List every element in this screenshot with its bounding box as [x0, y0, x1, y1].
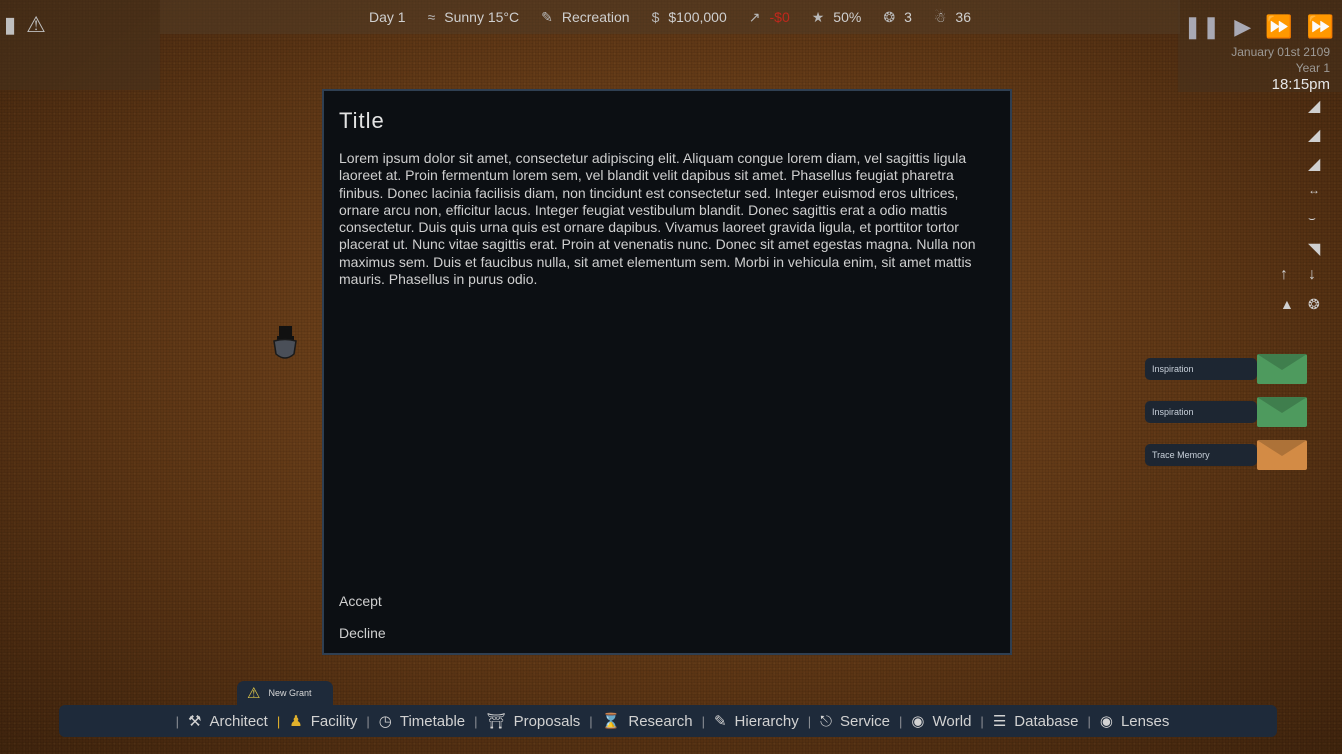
pencil-icon: ✎ [713, 713, 727, 730]
activity-label: Recreation [561, 9, 630, 25]
dialog-body: Lorem ipsum dolor sit amet, consectetur … [339, 150, 976, 288]
person-icon: ☃ [933, 8, 947, 25]
notification-inspiration-1[interactable]: Inspiration [1145, 354, 1307, 384]
pause-icon[interactable]: ❚❚ [1183, 14, 1220, 40]
year-label: Year 1 [1295, 61, 1330, 75]
arrow-up-icon[interactable]: ↑ [1280, 266, 1288, 284]
nav-architect[interactable]: ⚒ Architect [188, 712, 268, 731]
nav-service[interactable]: ⎋ Service [820, 713, 890, 730]
play-icon[interactable]: ▶ [1234, 14, 1251, 40]
guards-count: 3 [904, 9, 912, 25]
money-label: $100,000 [668, 9, 727, 25]
floor-up-icon[interactable]: ◢ [1308, 96, 1320, 116]
eraser-icon[interactable]: ◥ [1308, 239, 1320, 259]
people-icon: ♟ [289, 713, 303, 730]
floor-icon[interactable]: ◢ [1308, 125, 1320, 145]
top-left-icons: ▮ ⚠ [4, 12, 46, 38]
speed-controls: ❚❚ ▶ ⏩ ⏩ [1183, 14, 1334, 40]
new-grant-tab[interactable]: ⚠ New Grant [237, 681, 333, 705]
envelope-icon[interactable] [1257, 354, 1307, 384]
rotate-left-icon[interactable]: ▲ [1280, 296, 1294, 312]
grant-label: New Grant [268, 688, 312, 698]
accept-option[interactable]: Accept [339, 593, 382, 609]
notification-label: Trace Memory [1145, 444, 1257, 466]
wall-toggle-icon[interactable]: ↔ [1308, 183, 1320, 197]
hourglass-icon: ⌛ [601, 713, 621, 730]
envelope-icon[interactable] [1257, 440, 1307, 470]
schedule-icon: ✎ [541, 8, 553, 25]
nav-facility[interactable]: ♟ Facility [289, 712, 357, 731]
arrow-down-icon[interactable]: ↓ [1308, 266, 1316, 284]
rotate-right-icon[interactable]: ❂ [1308, 296, 1320, 313]
roof-toggle-icon[interactable]: ⌣ [1308, 211, 1316, 226]
satisfaction-label: 50% [833, 9, 862, 25]
phone-icon[interactable]: ▮ [4, 12, 16, 38]
clock-icon: ◷ [378, 713, 392, 730]
floor-down-icon[interactable]: ◢ [1308, 154, 1320, 174]
nav-hierarchy[interactable]: ✎ Hierarchy [713, 712, 799, 731]
headset-icon: ⎋ [820, 712, 832, 730]
nav-proposals[interactable]: ⛩ Proposals [486, 712, 581, 731]
top-status-bar: Day 1 ≈ Sunny 15°C ✎ Recreation $ $100,000 … [160, 0, 1180, 34]
envelope-icon[interactable] [1257, 397, 1307, 427]
event-dialog: Title Lorem ipsum dolor sit amet, consec… [322, 89, 1012, 655]
trend-icon: ↗ [748, 8, 761, 25]
nav-world[interactable]: ◉ World [911, 712, 971, 731]
population-count: 36 [955, 9, 971, 25]
eye-icon: ◉ [1099, 713, 1113, 730]
date-label: January 01st 2109 [1231, 45, 1330, 59]
bank-icon: ⛩ [486, 713, 506, 730]
day-label: Day 1 [368, 9, 406, 25]
decline-option[interactable]: Decline [339, 625, 386, 641]
list-icon: ☰ [992, 713, 1007, 730]
nav-research[interactable]: ⌛ Research [601, 712, 693, 731]
warning-icon: ⚠ [247, 685, 261, 702]
income-label: -$0 [769, 9, 790, 25]
notification-trace-memory[interactable]: Trace Memory [1145, 440, 1307, 470]
globe-icon: ◉ [911, 713, 925, 730]
notification-label: Inspiration [1145, 401, 1257, 423]
dialog-title: Title [339, 108, 385, 133]
guard-icon: ❂ [883, 8, 896, 25]
hammer-wrench-icon: ⚒ [188, 713, 202, 730]
star-icon: ★ [811, 8, 825, 25]
nav-lenses[interactable]: ◉ Lenses [1099, 712, 1169, 731]
wind-icon: ≈ [427, 9, 436, 25]
fast-forward-icon[interactable]: ⏩ [1265, 14, 1292, 40]
warning-icon[interactable]: ⚠ [26, 12, 46, 38]
notification-inspiration-2[interactable]: Inspiration [1145, 397, 1307, 427]
nav-database[interactable]: ☰ Database [992, 712, 1079, 731]
notification-label: Inspiration [1145, 358, 1257, 380]
bottom-nav-bar: | ⚒ Architect | ♟ Facility | ◷ Timetable | … [59, 705, 1277, 737]
character-sprite[interactable] [272, 326, 298, 362]
fastest-forward-icon[interactable]: ⏩ [1307, 14, 1334, 40]
date-display: January 01st 2109 Year 1 [1231, 44, 1330, 76]
weather-label: Sunny 15°C [444, 9, 520, 25]
dollar-icon: $ [651, 9, 660, 25]
nav-timetable[interactable]: ◷ Timetable [378, 712, 465, 731]
time-label: 18:15pm [1271, 76, 1330, 93]
